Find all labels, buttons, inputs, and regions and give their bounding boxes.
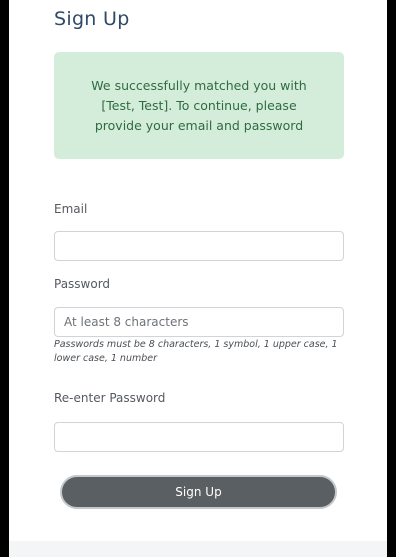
success-alert: We successfully matched you with [Test, … xyxy=(54,52,344,159)
sign-up-button[interactable]: Sign Up xyxy=(60,475,337,509)
signup-panel: Sign Up We successfully matched you with… xyxy=(9,0,387,541)
password-label: Password xyxy=(54,277,111,291)
alert-message: We successfully matched you with [Test, … xyxy=(91,77,307,133)
reenter-password-input[interactable] xyxy=(54,422,344,452)
email-label: Email xyxy=(54,202,88,216)
password-hint: Passwords must be 8 characters, 1 symbol… xyxy=(54,339,338,364)
password-input[interactable] xyxy=(54,307,344,337)
panel-footer xyxy=(9,541,387,557)
page-title: Sign Up xyxy=(54,8,130,30)
reenter-password-label: Re-enter Password xyxy=(54,391,166,405)
email-input[interactable] xyxy=(54,231,344,261)
